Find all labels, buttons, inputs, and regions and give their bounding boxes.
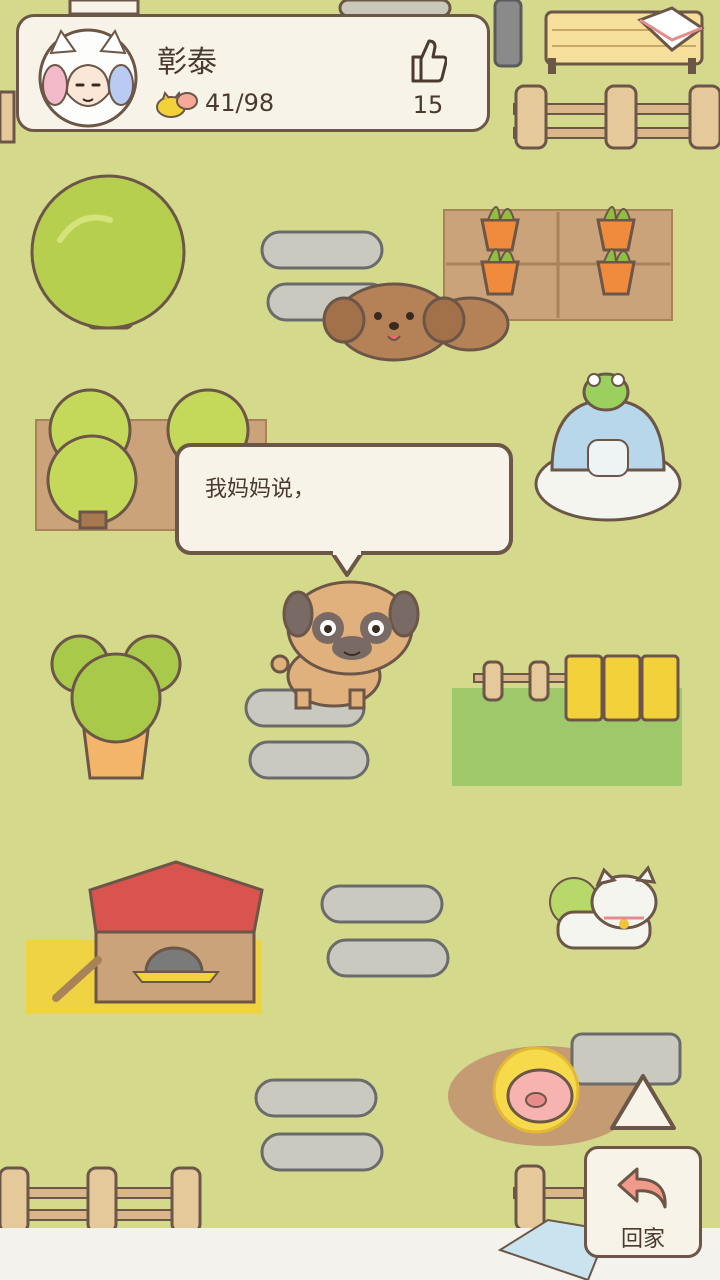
fence-bottom <box>0 1164 585 1234</box>
chevron-up-icon[interactable] <box>604 1062 682 1140</box>
white-cat[interactable] <box>549 865 658 950</box>
thumbs-up-icon[interactable] <box>407 35 447 85</box>
bubble-tail <box>329 551 365 577</box>
speech-bubble: 我妈妈说， <box>175 443 513 577</box>
collection-progress: 41/98 <box>205 89 275 117</box>
fence-top-right <box>513 84 720 150</box>
grass-patch[interactable] <box>452 654 682 786</box>
player-name: 彰泰 <box>157 45 217 80</box>
speech-text: 我妈妈说， <box>205 477 316 502</box>
round-tree[interactable] <box>30 174 186 330</box>
avatar[interactable] <box>33 23 143 133</box>
home-label: 回家 <box>620 1227 665 1252</box>
home-button[interactable]: 回家 <box>584 1146 702 1258</box>
chick-icon <box>156 90 198 118</box>
return-arrow-icon <box>617 1167 667 1209</box>
fountain[interactable] <box>534 372 682 522</box>
dog-house[interactable] <box>26 860 264 1014</box>
potted-plant[interactable] <box>50 634 182 780</box>
like-count: 15 <box>412 91 444 119</box>
pug-character[interactable] <box>270 580 420 710</box>
bench[interactable] <box>544 6 705 74</box>
profile-card[interactable]: 彰泰 41/98 15 <box>16 14 490 132</box>
